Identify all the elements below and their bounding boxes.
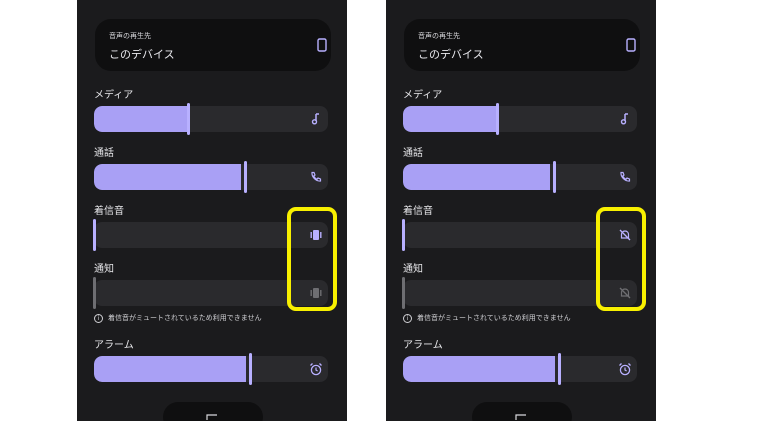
cast-icon: [515, 414, 526, 420]
media-label: メディア: [403, 90, 443, 101]
call-label: 通話: [94, 148, 114, 159]
alarm-icon-button[interactable]: [612, 356, 638, 382]
highlight-box-left: [287, 207, 337, 311]
alarm-icon: [310, 363, 322, 376]
call-slider-fill: [94, 164, 241, 190]
ringer-muted-note-text: 着信音がミュートされているため利用できません: [108, 314, 262, 322]
media-icon-button[interactable]: [612, 106, 638, 132]
output-device: このデバイス: [109, 48, 175, 61]
output-caption: 音声の再生先: [418, 32, 460, 40]
call-icon-button[interactable]: [612, 164, 638, 190]
ringer-muted-note: i 着信音がミュートされているため利用できません: [94, 313, 262, 323]
call-icon-button[interactable]: [303, 164, 329, 190]
alarm-slider-handle[interactable]: [558, 353, 561, 385]
alarm-icon-button[interactable]: [303, 356, 329, 382]
ringer-slider-handle[interactable]: [93, 219, 96, 251]
output-switch-button[interactable]: [163, 402, 263, 421]
music-note-icon: [311, 113, 319, 125]
media-icon-button[interactable]: [303, 106, 329, 132]
output-device: このデバイス: [418, 48, 484, 61]
notification-label: 通知: [403, 264, 423, 275]
call-slider-fill: [403, 164, 550, 190]
info-icon: i: [403, 313, 412, 323]
ringer-muted-note: i 着信音がミュートされているため利用できません: [403, 313, 571, 323]
alarm-slider[interactable]: [94, 356, 328, 382]
alarm-slider[interactable]: [403, 356, 637, 382]
ringer-muted-note-text: 着信音がミュートされているため利用できません: [417, 314, 571, 322]
ringer-label: 着信音: [403, 206, 433, 217]
ringer-slider-handle[interactable]: [402, 219, 405, 251]
output-caption: 音声の再生先: [109, 32, 151, 40]
media-slider-fill: [94, 106, 188, 132]
notification-slider-handle[interactable]: [93, 277, 96, 309]
call-slider-handle[interactable]: [244, 161, 247, 193]
notification-slider-handle[interactable]: [402, 277, 405, 309]
alarm-icon: [619, 363, 631, 376]
media-slider-handle[interactable]: [496, 103, 499, 135]
call-label: 通話: [403, 148, 423, 159]
alarm-slider-handle[interactable]: [249, 353, 252, 385]
ringer-label: 着信音: [94, 206, 124, 217]
alarm-label: アラーム: [94, 340, 134, 351]
alarm-label: アラーム: [403, 340, 443, 351]
phone-icon: [317, 38, 327, 52]
output-switch-button[interactable]: [472, 402, 572, 421]
media-slider[interactable]: [403, 106, 637, 132]
music-note-icon: [620, 113, 628, 125]
phone-call-icon: [311, 171, 322, 182]
cast-icon: [206, 414, 217, 420]
media-slider-fill: [403, 106, 497, 132]
phone-icon: [626, 38, 636, 52]
call-slider[interactable]: [94, 164, 328, 190]
alarm-slider-fill: [94, 356, 246, 382]
media-slider[interactable]: [94, 106, 328, 132]
info-icon: i: [94, 313, 103, 323]
media-label: メディア: [94, 90, 134, 101]
media-slider-handle[interactable]: [187, 103, 190, 135]
audio-output-card[interactable]: 音声の再生先 このデバイス: [95, 19, 331, 71]
notification-label: 通知: [94, 264, 114, 275]
highlight-box-right: [596, 207, 646, 311]
audio-output-card[interactable]: 音声の再生先 このデバイス: [404, 19, 640, 71]
phone-call-icon: [620, 171, 631, 182]
alarm-slider-fill: [403, 356, 555, 382]
call-slider[interactable]: [403, 164, 637, 190]
call-slider-handle[interactable]: [553, 161, 556, 193]
